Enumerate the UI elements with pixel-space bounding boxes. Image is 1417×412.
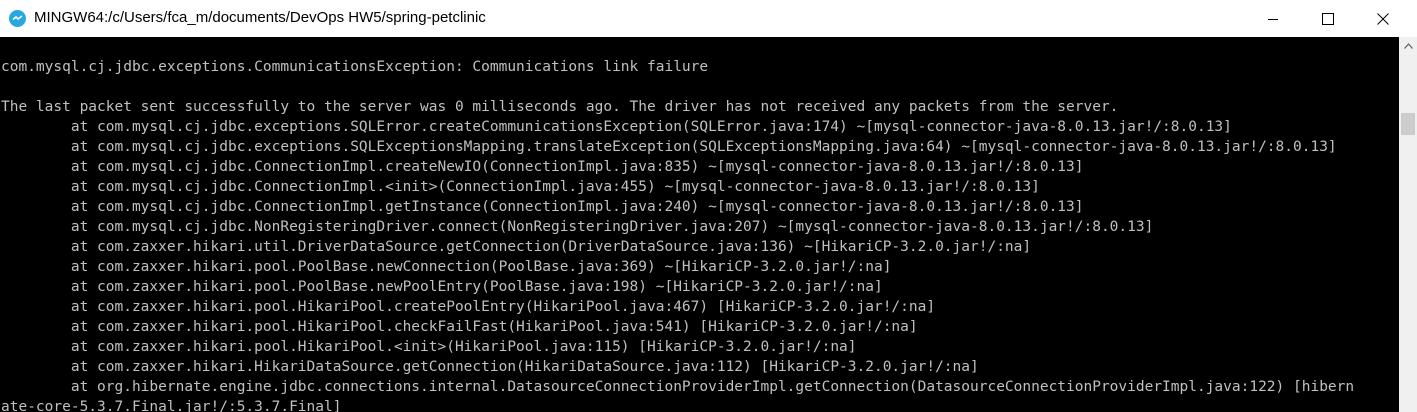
minimize-button[interactable] (1250, 0, 1296, 37)
mintty-icon (9, 10, 26, 27)
terminal-window: MINGW64:/c/Users/fca_m/documents/DevOps … (0, 0, 1417, 412)
terminal-output[interactable]: com.mysql.cj.jdbc.exceptions.Communicati… (0, 37, 1399, 412)
close-icon (1377, 12, 1389, 25)
terminal-line: at com.zaxxer.hikari.pool.PoolBase.newCo… (1, 259, 892, 275)
terminal-line: at com.mysql.cj.jdbc.ConnectionImpl.<ini… (1, 179, 1040, 195)
minimize-icon (1268, 18, 1278, 20)
window-title: MINGW64:/c/Users/fca_m/documents/DevOps … (34, 9, 486, 26)
terminal-line: at com.zaxxer.hikari.util.DriverDataSour… (1, 239, 1032, 255)
terminal-line: at com.zaxxer.hikari.HikariDataSource.ge… (1, 359, 979, 375)
terminal-line: at com.zaxxer.hikari.pool.PoolBase.newPo… (1, 279, 883, 295)
close-button[interactable] (1360, 0, 1406, 37)
terminal-line: at com.mysql.cj.jdbc.exceptions.SQLExcep… (1, 139, 1337, 155)
scroll-up-button[interactable] (1399, 37, 1417, 55)
terminal-line: at com.mysql.cj.jdbc.ConnectionImpl.crea… (1, 159, 1084, 175)
terminal-line: at com.mysql.cj.jdbc.ConnectionImpl.getI… (1, 199, 1084, 215)
terminal-line: at org.hibernate.engine.jdbc.connections… (1, 379, 1355, 395)
terminal-line: at com.zaxxer.hikari.pool.HikariPool.<in… (1, 339, 857, 355)
scrollbar-thumb[interactable] (1401, 113, 1415, 135)
maximize-button[interactable] (1305, 0, 1351, 37)
terminal-line: com.mysql.cj.jdbc.exceptions.Communicati… (1, 59, 709, 75)
vertical-scrollbar[interactable] (1399, 37, 1417, 412)
terminal-line: at com.zaxxer.hikari.pool.HikariPool.che… (1, 319, 918, 335)
maximize-icon (1322, 12, 1334, 25)
terminal-line: at com.zaxxer.hikari.pool.HikariPool.cre… (1, 299, 936, 315)
terminal-line: at com.mysql.cj.jdbc.exceptions.SQLError… (1, 119, 1232, 135)
title-bar[interactable]: MINGW64:/c/Users/fca_m/documents/DevOps … (0, 0, 1417, 37)
scroll-up-arrow-icon (1403, 43, 1413, 49)
terminal-line: ate-core-5.3.7.Final.jar!/:5.3.7.Final] (1, 399, 342, 412)
terminal-line: The last packet sent successfully to the… (1, 99, 1119, 115)
terminal-line: at com.mysql.cj.jdbc.NonRegisteringDrive… (1, 219, 1154, 235)
